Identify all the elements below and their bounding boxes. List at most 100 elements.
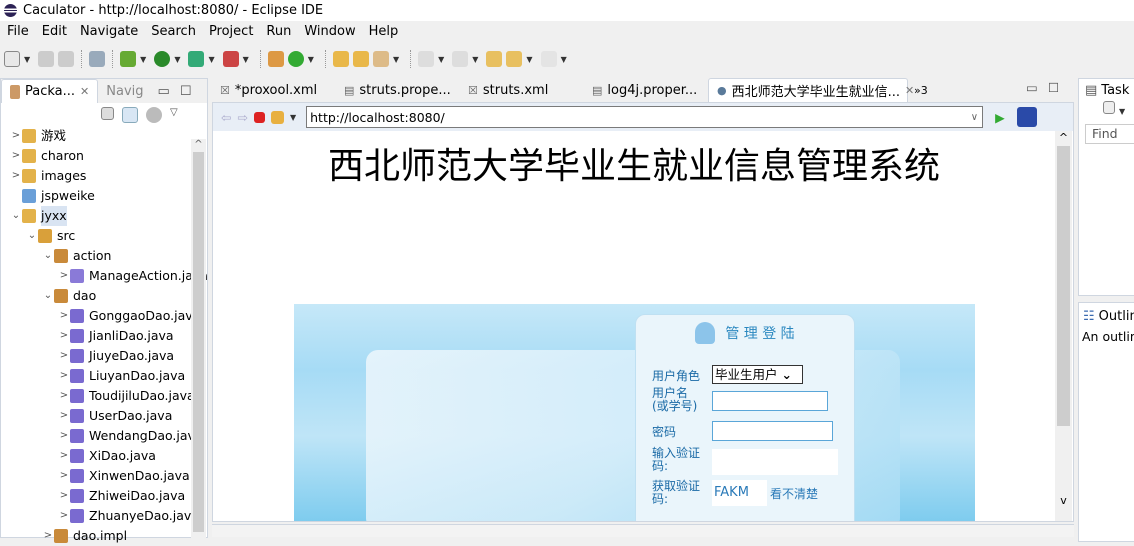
tree-item[interactable]: > ZhuanyeDao.java — [58, 506, 199, 526]
scroll-up-icon[interactable]: ^ — [1055, 131, 1072, 144]
new-package-icon[interactable] — [267, 51, 284, 67]
save-all-icon[interactable] — [58, 51, 75, 67]
tab-task-list[interactable]: Task — [1101, 83, 1129, 98]
scroll-up-icon[interactable]: ^ — [191, 139, 206, 150]
tree-item[interactable]: ⌄ action — [42, 246, 111, 266]
tree-item[interactable]: > GonggaoDao.java — [58, 306, 200, 326]
more-tabs-button[interactable]: »3 — [914, 84, 928, 97]
coverage-icon[interactable] — [188, 51, 205, 67]
menu-window[interactable]: Window — [297, 22, 361, 42]
chevron-right-icon[interactable]: > — [10, 146, 22, 166]
run-icon[interactable] — [154, 51, 171, 67]
role-select[interactable]: 毕业生用户 ⌄ — [712, 365, 803, 384]
tree-item[interactable]: > XiDao.java — [58, 446, 156, 466]
tree-item[interactable]: > ToudijiluDao.java — [58, 386, 195, 406]
chevron-down-icon[interactable]: ⌄ — [10, 206, 22, 226]
username-input[interactable] — [712, 391, 828, 411]
tree-item[interactable]: > 游戏 — [10, 126, 66, 146]
tree-item[interactable]: ⌄ dao — [42, 286, 96, 306]
chevron-right-icon[interactable]: > — [58, 326, 70, 346]
menu-run[interactable]: Run — [259, 22, 297, 42]
forward-icon[interactable] — [540, 51, 557, 67]
tree-item[interactable]: > ManageAction.java — [58, 266, 208, 286]
chevron-right-icon[interactable]: > — [58, 406, 70, 426]
menu-edit[interactable]: Edit — [35, 22, 73, 42]
open-external-browser-icon[interactable] — [1016, 107, 1037, 127]
chevron-right-icon[interactable]: > — [58, 346, 70, 366]
new-class-icon[interactable] — [287, 51, 304, 67]
chevron-down-icon[interactable]: ⌄ — [42, 246, 54, 266]
chevron-right-icon[interactable]: > — [58, 266, 70, 286]
debug-icon[interactable] — [120, 51, 137, 67]
search-icon[interactable] — [372, 51, 389, 67]
close-icon[interactable]: ✕ — [80, 85, 89, 98]
tree-scrollbar[interactable]: ^ — [191, 139, 206, 539]
chevron-right-icon[interactable]: > — [58, 426, 70, 446]
editor-tab[interactable]: ☒ *proxool.xml — [212, 78, 336, 102]
open-folder-icon[interactable] — [352, 51, 369, 67]
collapse-all-icon[interactable] — [101, 107, 114, 120]
external-tools-icon[interactable] — [222, 51, 239, 67]
editor-tab[interactable]: ▤ struts.prope... — [336, 78, 460, 102]
chevron-right-icon[interactable]: > — [58, 506, 70, 526]
menu-navigate[interactable]: Navigate — [73, 22, 144, 42]
link-editor-icon[interactable] — [122, 107, 138, 123]
chevron-right-icon[interactable]: > — [58, 466, 70, 486]
chevron-right-icon[interactable]: > — [58, 446, 70, 466]
chevron-right-icon[interactable]: > — [58, 386, 70, 406]
menu-help[interactable]: Help — [362, 22, 405, 42]
tree-item[interactable]: > JiuyeDao.java — [58, 346, 174, 366]
open-type-icon[interactable] — [332, 51, 349, 67]
find-input[interactable]: Find — [1085, 124, 1134, 144]
tree-item[interactable]: ⌄ src — [26, 226, 75, 246]
menu-file[interactable]: File — [0, 22, 35, 42]
new-icon[interactable] — [4, 51, 20, 67]
chevron-down-icon[interactable]: ⌄ — [26, 226, 38, 246]
scroll-thumb[interactable] — [193, 152, 204, 532]
chevron-right-icon[interactable]: > — [10, 166, 22, 186]
url-field[interactable]: http://localhost:8080/ ∨ — [306, 106, 984, 128]
tree-item[interactable]: ⌄ jyxx — [10, 206, 67, 226]
maximize-icon[interactable]: ☐ — [1048, 80, 1059, 95]
tree-item[interactable]: > images — [10, 166, 86, 186]
tree-item[interactable]: > JianliDao.java — [58, 326, 174, 346]
minimize-icon[interactable]: ▭ — [1026, 80, 1038, 95]
menu-project[interactable]: Project — [202, 22, 259, 42]
password-input[interactable] — [712, 421, 833, 441]
go-icon[interactable]: ▶ — [995, 110, 1005, 125]
skip-breakpoints-icon[interactable] — [89, 51, 106, 67]
refresh-icon[interactable] — [270, 110, 284, 124]
chevron-right-icon[interactable]: > — [58, 366, 70, 386]
editor-tab[interactable]: ☒ struts.xml — [460, 78, 584, 102]
next-annotation-icon[interactable] — [418, 51, 435, 67]
menu-search[interactable]: Search — [144, 22, 202, 42]
minimize-icon[interactable]: ▭ — [158, 84, 170, 99]
editor-tab[interactable]: ● 西北师范大学毕业生就业信... ✕ — [708, 78, 914, 102]
browser-back-icon[interactable]: ⇦ — [221, 110, 231, 125]
tree-item[interactable]: > LiuyanDao.java — [58, 366, 185, 386]
tab-package-explorer[interactable]: Packa... ✕ — [1, 79, 99, 103]
scroll-thumb[interactable] — [1057, 146, 1070, 426]
tab-outline[interactable]: Outlin — [1099, 309, 1134, 324]
browser-forward-icon[interactable]: ⇨ — [237, 110, 247, 125]
tree-item[interactable]: > charon — [10, 146, 84, 166]
maximize-icon[interactable]: ☐ — [180, 84, 192, 99]
chevron-right-icon[interactable]: > — [58, 486, 70, 506]
new-task-icon[interactable]: ▼ — [1079, 101, 1134, 121]
back-icon[interactable] — [506, 51, 523, 67]
prev-annotation-icon[interactable] — [452, 51, 469, 67]
tab-navigator[interactable]: Navig — [98, 79, 151, 103]
browser-scrollbar[interactable]: ^ v — [1055, 131, 1072, 521]
stop-icon[interactable] — [253, 111, 265, 123]
focus-icon[interactable] — [146, 107, 162, 123]
last-edit-icon[interactable] — [486, 51, 503, 67]
editor-tab[interactable]: ▤ log4j.proper... — [584, 78, 708, 102]
tree-item[interactable]: > WendangDao.java — [58, 426, 203, 446]
tree-item[interactable]: > dao.impl — [42, 526, 127, 546]
refresh-captcha-link[interactable]: 看不清楚 — [770, 485, 818, 502]
close-icon[interactable]: ✕ — [905, 84, 914, 97]
chevron-right-icon[interactable]: > — [42, 526, 54, 546]
chevron-right-icon[interactable]: > — [10, 126, 22, 146]
tree-item[interactable]: > ZhiweiDao.java — [58, 486, 185, 506]
tree-item[interactable]: > XinwenDao.java — [58, 466, 190, 486]
